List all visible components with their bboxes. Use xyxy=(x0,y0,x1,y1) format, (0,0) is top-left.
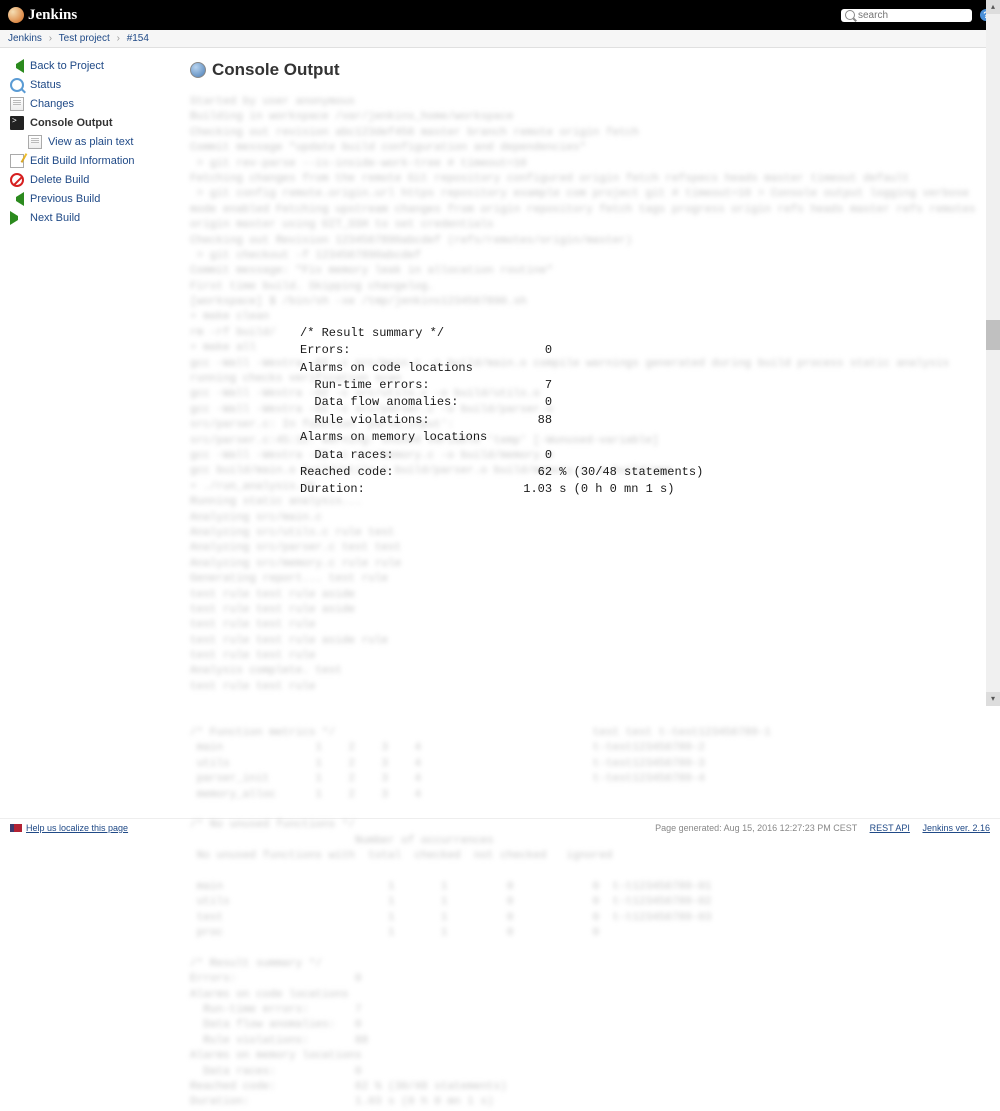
sidebar-item-edit[interactable]: Edit Build Information xyxy=(0,152,170,170)
console-output: Started by user anonymous Building in wo… xyxy=(190,95,980,801)
doc-icon xyxy=(28,135,42,149)
breadcrumb: Jenkins › Test project › #154 xyxy=(0,30,1000,48)
scroll-up-icon[interactable]: ▴ xyxy=(986,0,1000,14)
scroll-thumb[interactable] xyxy=(986,320,1000,350)
logo[interactable]: Jenkins xyxy=(8,7,77,24)
arrow-left-icon xyxy=(10,192,24,206)
sidebar-item-prev[interactable]: Previous Build xyxy=(0,190,170,208)
sidebar-item-plaintext[interactable]: View as plain text xyxy=(0,133,170,151)
sidebar-item-status[interactable]: Status xyxy=(0,76,170,94)
page-title: Console Output xyxy=(190,60,980,80)
search-icon xyxy=(845,10,855,20)
sidebar-item-label: Console Output xyxy=(30,117,113,129)
sidebar-item-label: Status xyxy=(30,79,61,91)
breadcrumb-project[interactable]: Test project xyxy=(59,33,110,44)
sidebar-item-label: Changes xyxy=(30,98,74,110)
sidebar: Back to Project Status Changes Console O… xyxy=(0,48,170,813)
sidebar-item-label: View as plain text xyxy=(48,136,133,148)
logo-text: Jenkins xyxy=(28,7,77,24)
main-content: Console Output Started by user anonymous… xyxy=(170,48,1000,813)
globe-icon xyxy=(190,62,206,78)
top-bar: Jenkins ? xyxy=(0,0,1000,30)
flag-icon xyxy=(10,824,22,832)
sidebar-item-delete[interactable]: Delete Build xyxy=(0,171,170,189)
sidebar-item-console[interactable]: Console Output xyxy=(0,114,170,132)
blurred-background: Started by user anonymous Building in wo… xyxy=(190,95,980,1111)
delete-icon xyxy=(10,173,24,187)
sidebar-item-label: Next Build xyxy=(30,212,80,224)
sidebar-item-label: Previous Build xyxy=(30,193,100,205)
scroll-down-icon[interactable]: ▾ xyxy=(986,692,1000,706)
search-box xyxy=(841,9,972,22)
search-input[interactable] xyxy=(858,10,968,21)
breadcrumb-build[interactable]: #154 xyxy=(127,33,149,44)
terminal-icon xyxy=(10,116,24,130)
magnify-icon xyxy=(10,78,24,92)
sidebar-item-label: Delete Build xyxy=(30,174,89,186)
doc-icon xyxy=(10,97,24,111)
sidebar-item-back[interactable]: Back to Project xyxy=(0,57,170,75)
breadcrumb-jenkins[interactable]: Jenkins xyxy=(8,33,42,44)
scrollbar[interactable]: ▴ ▾ xyxy=(986,0,1000,706)
sidebar-item-changes[interactable]: Changes xyxy=(0,95,170,113)
jenkins-icon xyxy=(8,7,24,23)
edit-icon xyxy=(10,154,24,168)
sidebar-item-label: Edit Build Information xyxy=(30,155,135,167)
sidebar-item-label: Back to Project xyxy=(30,60,104,72)
arrow-right-icon xyxy=(10,211,24,225)
footer-help-link[interactable]: Help us localize this page xyxy=(26,823,128,833)
sidebar-item-next[interactable]: Next Build xyxy=(0,209,170,227)
arrow-left-icon xyxy=(10,59,24,73)
console-summary: /* Result summary */ Errors: 0 Alarms on… xyxy=(300,325,980,499)
page-title-text: Console Output xyxy=(212,60,339,80)
